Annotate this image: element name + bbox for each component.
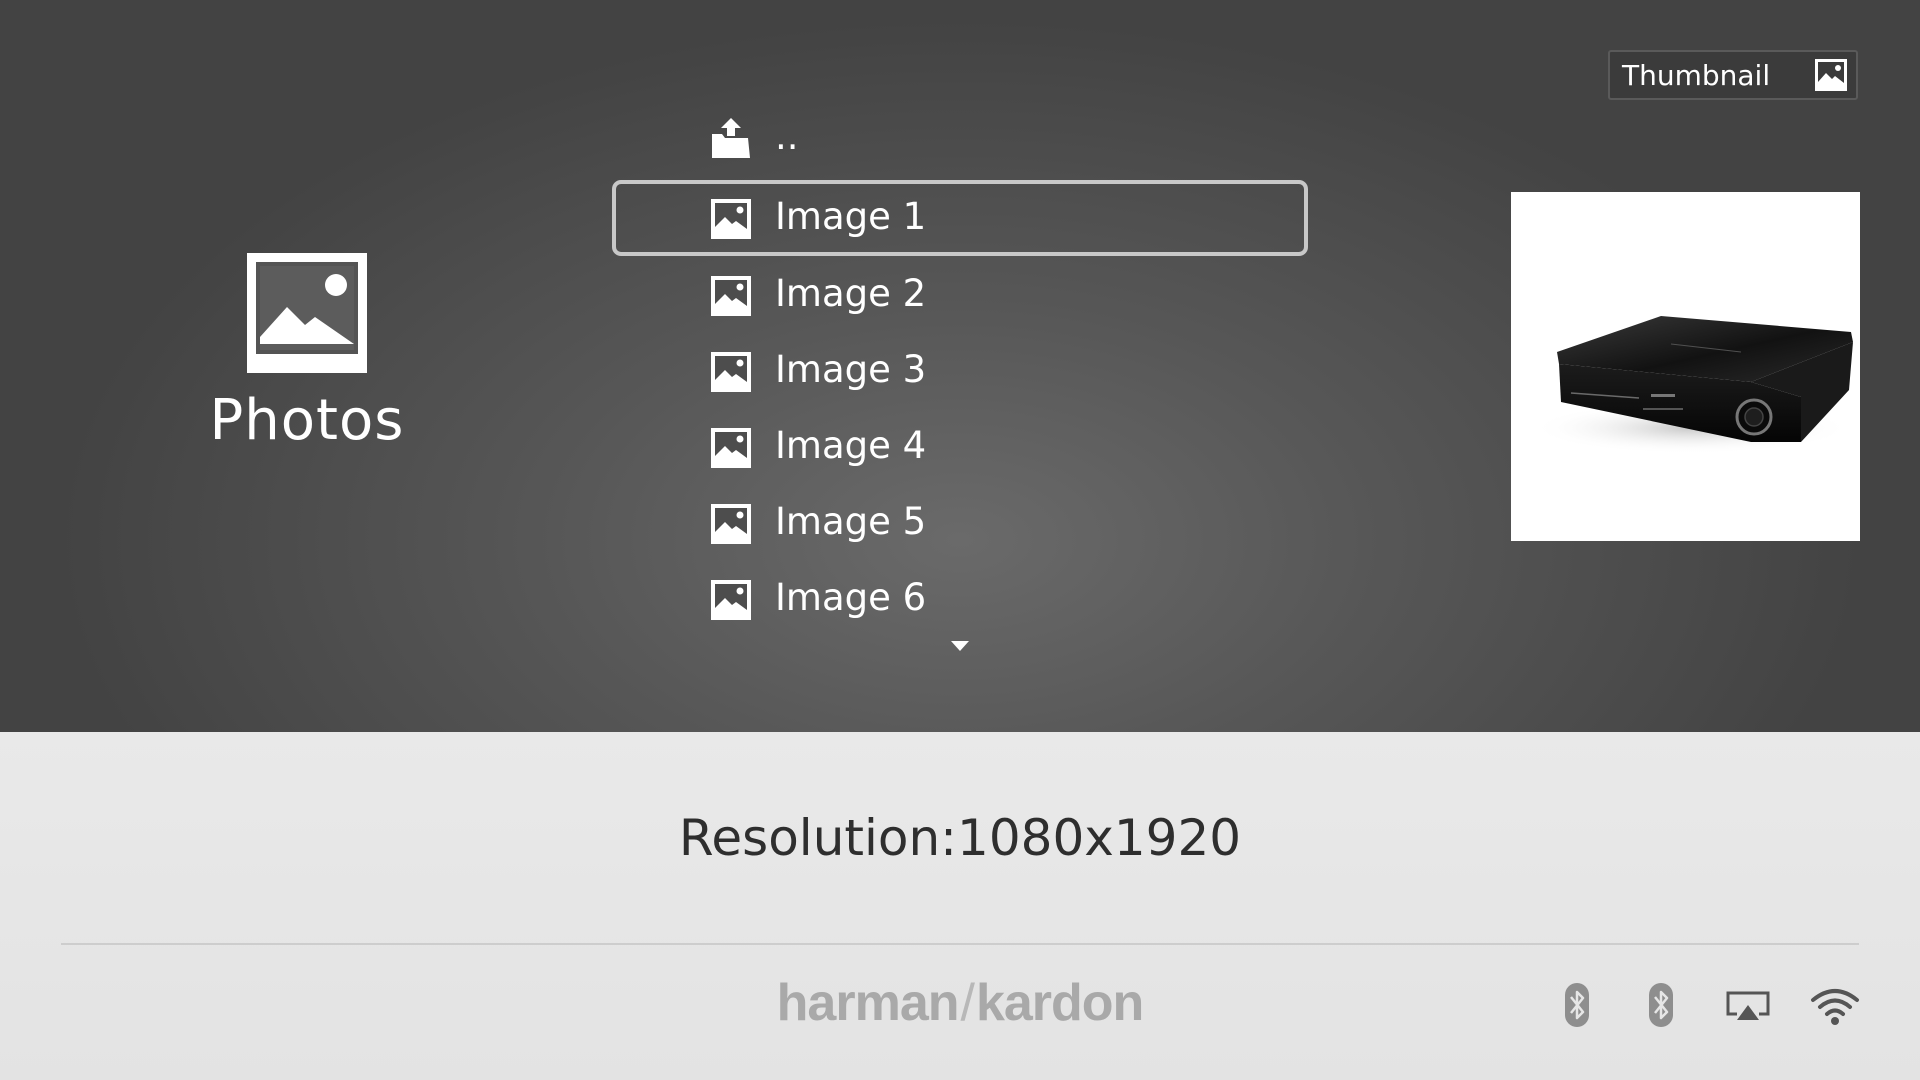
thumbnail-icon [1815, 59, 1847, 91]
list-item-image-3[interactable]: Image 3 [612, 333, 1308, 409]
media-browser-screen: Photos .. Image 1 Image 2 Image 3 Image … [0, 0, 1920, 1080]
list-item-image-4[interactable]: Image 4 [612, 409, 1308, 485]
parent-folder-label: .. [775, 115, 799, 158]
image-preview [1511, 192, 1860, 541]
list-item-label: Image 1 [775, 195, 927, 238]
list-item-image-1[interactable]: Image 1 [612, 180, 1308, 256]
list-item-label: Image 5 [775, 500, 927, 543]
list-item-label: Image 2 [775, 272, 927, 315]
image-file-icon [711, 276, 751, 316]
brand-logo-left: harman [776, 974, 960, 1032]
airplay-icon [1726, 991, 1770, 1020]
wifi-icon [1811, 989, 1859, 1025]
divider [61, 943, 1859, 945]
parent-folder-row[interactable]: .. [612, 100, 1308, 176]
image-file-icon [711, 580, 751, 620]
list-item-label: Image 6 [775, 576, 927, 619]
image-file-icon [711, 352, 751, 392]
image-file-icon [711, 504, 751, 544]
view-mode-button[interactable]: Thumbnail [1608, 50, 1858, 100]
list-item-image-6[interactable]: Image 6 [612, 561, 1308, 637]
bluetooth-icon [1565, 983, 1589, 1027]
brand-logo: harman/kardon [700, 968, 1220, 1038]
folder-up-icon [712, 118, 750, 158]
bluetooth-icon [1649, 983, 1673, 1027]
image-file-icon [711, 428, 751, 468]
chevron-down-icon[interactable] [951, 641, 969, 651]
list-item-label: Image 3 [775, 348, 927, 391]
list-item-image-5[interactable]: Image 5 [612, 485, 1308, 561]
category-title: Photos [209, 388, 405, 453]
view-mode-label: Thumbnail [1622, 59, 1771, 92]
image-file-icon [711, 199, 751, 239]
photo-icon [247, 253, 367, 373]
brand-logo-right: kardon [975, 974, 1144, 1032]
list-item-label: Image 4 [775, 424, 927, 467]
brand-logo-slash: / [960, 974, 975, 1032]
resolution-text: Resolution:1080x1920 [678, 809, 1242, 867]
list-item-image-2[interactable]: Image 2 [612, 257, 1308, 333]
